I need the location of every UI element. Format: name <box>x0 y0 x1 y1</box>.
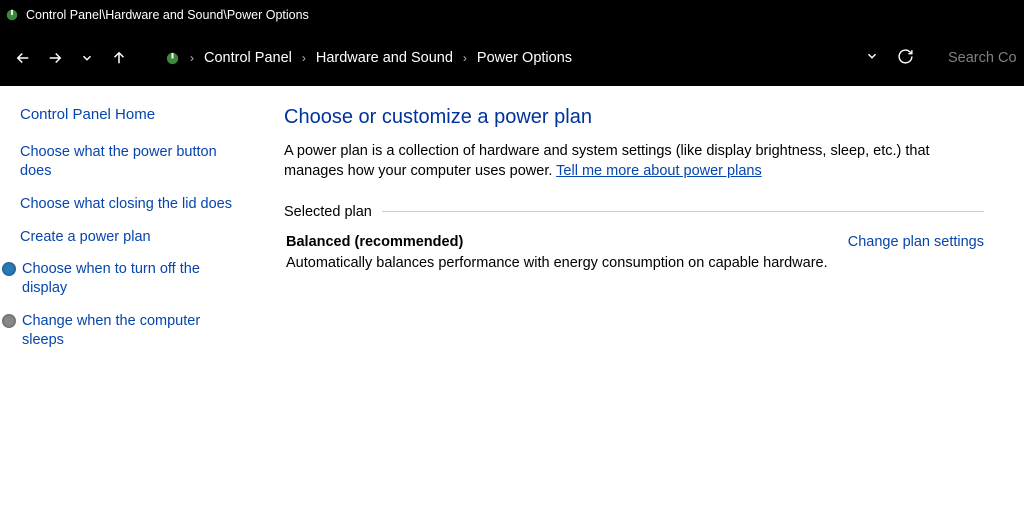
plan-description: Automatically balances performance with … <box>284 255 984 271</box>
content-area: Control Panel Home Choose what the power… <box>0 86 1024 364</box>
sidebar-link-closing-lid[interactable]: Choose what closing the lid does <box>20 195 244 214</box>
sidebar: Control Panel Home Choose what the power… <box>0 106 260 364</box>
chevron-right-icon[interactable]: › <box>190 51 194 65</box>
address-bar[interactable]: › Control Panel › Hardware and Sound › P… <box>154 40 924 76</box>
selected-plan-section-label: Selected plan <box>284 204 984 220</box>
search-input[interactable]: Search Co <box>936 40 1016 76</box>
shield-icon <box>2 262 16 276</box>
sidebar-link-label: Choose when to turn off the display <box>22 260 244 298</box>
chevron-right-icon[interactable]: › <box>302 51 306 65</box>
address-dropdown-button[interactable] <box>865 49 879 67</box>
sidebar-link-create-plan[interactable]: Create a power plan <box>20 228 244 247</box>
breadcrumb-power-options[interactable]: Power Options <box>477 50 572 66</box>
sidebar-link-turn-off-display[interactable]: Choose when to turn off the display <box>20 260 244 298</box>
plan-row: Balanced (recommended) Change plan setti… <box>284 234 984 250</box>
power-options-icon <box>164 50 180 66</box>
breadcrumb-hardware-sound[interactable]: Hardware and Sound <box>316 50 453 66</box>
plan-name: Balanced (recommended) <box>286 234 463 250</box>
up-button[interactable] <box>104 40 134 76</box>
main-panel: Choose or customize a power plan A power… <box>260 106 1024 364</box>
sidebar-link-label: Change when the computer sleeps <box>22 312 244 350</box>
page-heading: Choose or customize a power plan <box>284 106 984 129</box>
breadcrumb-control-panel[interactable]: Control Panel <box>204 50 292 66</box>
window-title-text: Control Panel\Hardware and Sound\Power O… <box>26 8 309 22</box>
sidebar-link-computer-sleeps[interactable]: Change when the computer sleeps <box>20 312 244 350</box>
shield-icon <box>2 314 16 328</box>
refresh-button[interactable] <box>897 48 914 69</box>
window-titlebar: Control Panel\Hardware and Sound\Power O… <box>0 0 1024 30</box>
forward-button[interactable] <box>40 40 70 76</box>
control-panel-home-link[interactable]: Control Panel Home <box>20 106 244 123</box>
chevron-right-icon[interactable]: › <box>463 51 467 65</box>
change-plan-settings-link[interactable]: Change plan settings <box>848 234 984 250</box>
power-options-icon <box>4 7 20 23</box>
tell-me-more-link[interactable]: Tell me more about power plans <box>556 163 762 179</box>
page-description: A power plan is a collection of hardware… <box>284 141 984 182</box>
recent-locations-button[interactable] <box>72 40 102 76</box>
back-button[interactable] <box>8 40 38 76</box>
navigation-toolbar: › Control Panel › Hardware and Sound › P… <box>0 30 1024 86</box>
search-placeholder: Search Co <box>948 50 1016 66</box>
sidebar-link-power-button[interactable]: Choose what the power button does <box>20 143 244 181</box>
